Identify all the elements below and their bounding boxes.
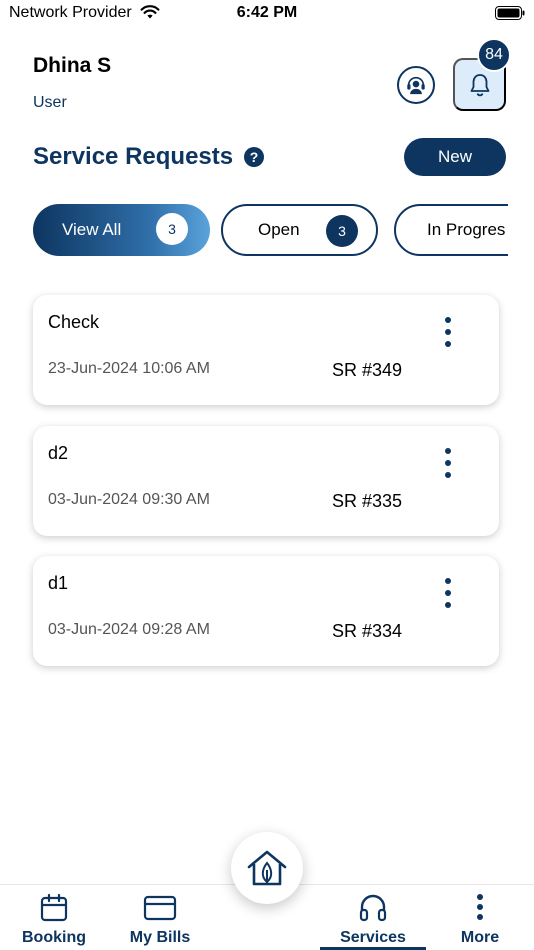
filter-label: Open — [258, 220, 300, 239]
filter-label: View All — [62, 220, 122, 239]
filter-count-badge: 3 — [156, 213, 188, 245]
request-title: d1 — [48, 573, 69, 593]
home-icon — [247, 850, 287, 886]
request-number: SR #334 — [332, 621, 403, 641]
filter-view-all[interactable]: View All 3 — [33, 204, 210, 256]
nav-label: Services — [340, 929, 406, 946]
more-options-icon[interactable] — [440, 317, 456, 347]
filter-in-progress[interactable]: In Progres — [394, 204, 508, 256]
request-number: SR #349 — [332, 360, 403, 380]
headphones-icon — [359, 894, 387, 922]
request-card[interactable]: Check 23-Jun-2024 10:06 AM SR #349 — [33, 295, 499, 405]
nav-label: Booking — [22, 929, 86, 946]
calendar-icon — [40, 893, 68, 922]
request-date: 03-Jun-2024 09:30 AM — [48, 491, 210, 508]
user-role: User — [33, 94, 67, 111]
card-icon — [143, 895, 177, 921]
home-button[interactable] — [231, 832, 303, 904]
more-vertical-icon — [477, 894, 483, 920]
request-number: SR #335 — [332, 491, 403, 511]
nav-label: My Bills — [129, 929, 191, 946]
help-icon[interactable]: ? — [244, 147, 264, 167]
more-options-icon[interactable] — [440, 578, 456, 608]
nav-label: More — [460, 929, 500, 946]
status-bar: Network Provider 6:42 PM — [0, 0, 534, 30]
request-card[interactable]: d2 03-Jun-2024 09:30 AM SR #335 — [33, 426, 499, 536]
nav-booking[interactable]: Booking — [14, 885, 94, 950]
nav-my-bills[interactable]: My Bills — [120, 885, 200, 950]
battery-icon — [495, 6, 525, 20]
request-date: 23-Jun-2024 10:06 AM — [48, 360, 210, 377]
support-agent-icon — [407, 76, 425, 95]
request-title: d2 — [48, 443, 69, 463]
user-name: Dhina S — [33, 54, 112, 77]
bell-icon — [470, 73, 489, 96]
status-time: 6:42 PM — [236, 4, 298, 21]
filter-label: In Progres — [427, 220, 506, 239]
request-card[interactable]: d1 03-Jun-2024 09:28 AM SR #334 — [33, 556, 499, 666]
filter-count-badge: 3 — [326, 215, 358, 247]
request-title: Check — [48, 312, 100, 332]
filter-chips: View All 3 Open 3 In Progres — [33, 204, 508, 258]
filter-open[interactable]: Open 3 — [221, 204, 378, 256]
new-request-button[interactable]: New — [404, 138, 506, 176]
more-options-icon[interactable] — [440, 448, 456, 478]
notification-badge: 84 — [477, 38, 511, 72]
nav-services[interactable]: Services — [321, 885, 425, 950]
page-title: Service Requests — [33, 143, 234, 170]
support-button[interactable] — [397, 66, 435, 104]
request-date: 03-Jun-2024 09:28 AM — [48, 621, 210, 638]
nav-more[interactable]: More — [440, 885, 520, 950]
